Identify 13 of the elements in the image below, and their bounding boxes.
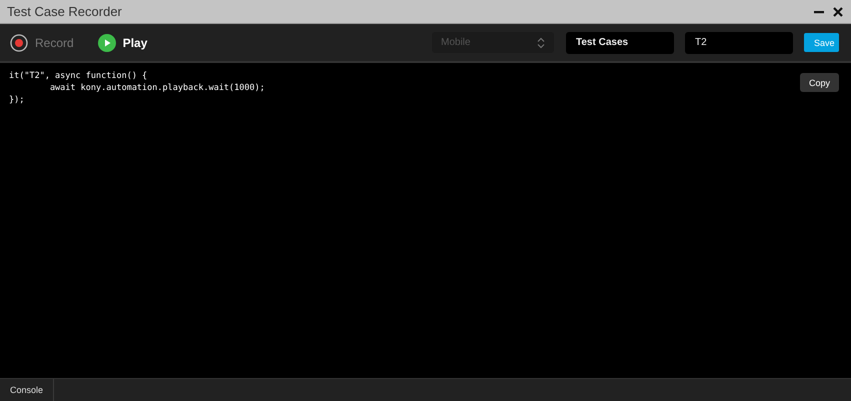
chevron-icon — [537, 36, 545, 48]
close-icon[interactable] — [832, 6, 844, 18]
play-icon — [98, 34, 116, 52]
test-name-field[interactable]: T2 — [685, 32, 793, 54]
record-icon — [10, 34, 28, 52]
play-button[interactable]: Play — [98, 34, 148, 52]
code-line: await kony.automation.playback.wait(1000); — [48, 82, 265, 94]
code-line: }); — [9, 94, 26, 106]
copy-button[interactable]: Copy — [800, 73, 839, 92]
suite-field[interactable]: Test Cases — [566, 32, 674, 54]
console-tab[interactable]: Console — [0, 379, 54, 401]
code-line: it("T2", async function() { — [9, 70, 148, 82]
window-title: Test Case Recorder — [7, 4, 122, 19]
